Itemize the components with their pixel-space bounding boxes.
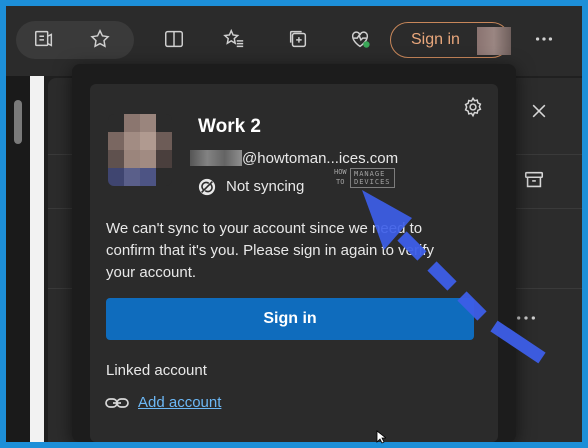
immersive-reader-icon[interactable] xyxy=(28,23,60,55)
link-icon xyxy=(104,394,130,412)
page-content-edge xyxy=(30,76,44,442)
gear-icon[interactable] xyxy=(460,94,486,120)
split-screen-icon[interactable] xyxy=(158,23,190,55)
add-account-link[interactable]: Add account xyxy=(138,394,221,411)
browser-essentials-icon[interactable] xyxy=(344,23,376,55)
signin-pill-label: Sign in xyxy=(411,31,460,48)
more-icon[interactable] xyxy=(528,23,560,55)
close-icon[interactable] xyxy=(524,96,554,126)
watermark-box: MANAGE DEVICES xyxy=(350,168,395,188)
watermark-logo: HOW TO MANAGE DEVICES xyxy=(330,166,406,192)
sync-error-message: We can't sync to your account since we n… xyxy=(106,220,435,281)
avatar xyxy=(108,114,172,186)
archive-icon[interactable] xyxy=(520,166,548,194)
profile-email: @howtoman...ices.com xyxy=(242,150,399,167)
mouse-cursor-icon xyxy=(376,430,386,444)
favorites-icon[interactable] xyxy=(218,23,250,55)
sign-in-button[interactable]: Sign in xyxy=(106,298,474,340)
add-favorite-icon[interactable] xyxy=(84,23,116,55)
avatar xyxy=(477,27,511,55)
collections-icon[interactable] xyxy=(282,23,314,55)
more-icon[interactable] xyxy=(512,308,540,328)
linked-account-label: Linked account xyxy=(106,362,207,379)
page-scrollbar[interactable] xyxy=(6,76,30,442)
sync-off-icon xyxy=(198,178,216,196)
profile-signin-pill[interactable]: Sign in xyxy=(390,22,511,58)
watermark-text: HOW xyxy=(334,168,347,176)
scrollbar-thumb[interactable] xyxy=(14,100,22,144)
profile-name: Work 2 xyxy=(198,116,262,137)
watermark-text: TO xyxy=(336,178,345,186)
email-redaction xyxy=(190,150,242,166)
sync-status: Not syncing xyxy=(226,178,305,195)
